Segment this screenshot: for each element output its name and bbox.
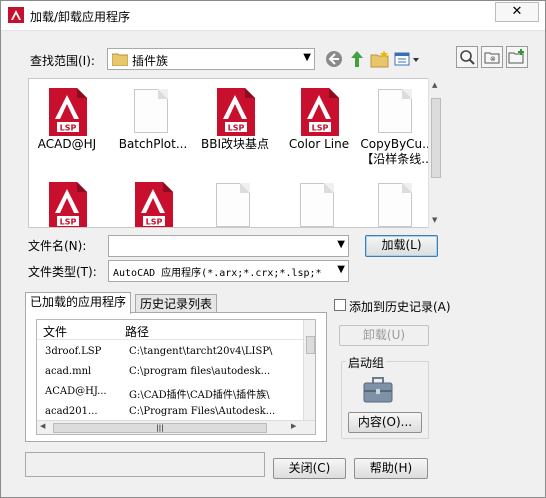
blank-file-icon xyxy=(134,89,168,133)
file-item[interactable] xyxy=(355,181,439,227)
window-close-button[interactable]: ✕ xyxy=(495,2,539,22)
autocad-logo-icon xyxy=(8,7,24,23)
lsp-file-icon: LSP xyxy=(49,182,87,227)
filename-label: 文件名(N): xyxy=(28,239,87,253)
file-list-pane[interactable]: LSP ACAD@HJ BatchPlot... LSP BBI改块基点 LSP Color… xyxy=(28,78,442,228)
unload-button[interactable]: 卸载(U) xyxy=(339,325,429,346)
up-folder-icon[interactable] xyxy=(347,49,367,69)
file-item[interactable]: LSP xyxy=(29,181,109,227)
file-item[interactable] xyxy=(277,181,361,227)
lsp-badge: LSP xyxy=(312,124,329,133)
row-path-cell: C:\program files\autodesk... xyxy=(129,366,271,377)
chevron-down-icon: ▼ xyxy=(337,264,345,275)
row-file-cell: ACAD@HJ... xyxy=(45,386,107,397)
column-header-file[interactable]: 文件 xyxy=(43,323,67,340)
lookin-value: 插件族 xyxy=(132,54,169,68)
file-item-name: CopyByCu... xyxy=(360,137,434,151)
file-item[interactable]: LSP Color Line xyxy=(277,87,361,152)
scroll-thumb[interactable] xyxy=(431,98,441,178)
back-icon[interactable] xyxy=(324,49,344,69)
scroll-up-icon[interactable]: ▲ xyxy=(432,81,437,89)
table-row[interactable]: ACAD@HJ... G:\CAD插件\CAD插件\插件族\ xyxy=(37,382,303,402)
blank-file-icon xyxy=(378,183,412,227)
scroll-left-icon[interactable]: ◀ xyxy=(40,422,45,430)
filetype-value: AutoCAD 应用程序(*.arx;*.crx;*.lsp;* xyxy=(113,268,322,279)
file-item-name: BatchPlot... xyxy=(118,137,188,151)
close-button[interactable]: 关闭(C) xyxy=(273,458,346,479)
lookin-select[interactable]: 插件族 ▼ xyxy=(107,48,315,70)
add-folder-icon[interactable] xyxy=(506,46,528,68)
table-scroll-thumb[interactable] xyxy=(306,336,315,354)
views-menu-icon[interactable] xyxy=(393,49,421,69)
find-file-icon[interactable] xyxy=(456,46,478,68)
briefcase-icon xyxy=(363,377,393,403)
lsp-badge: LSP xyxy=(60,124,77,133)
tab-history-list[interactable]: 历史记录列表 xyxy=(135,294,218,314)
file-item[interactable]: LSP ACAD@HJ xyxy=(29,87,109,152)
svg-text:⊗: ⊗ xyxy=(490,55,496,63)
chevron-down-icon: ▼ xyxy=(303,52,311,63)
unloaded-folder-icon[interactable]: ⊗ xyxy=(481,46,503,68)
scroll-down-icon[interactable]: ▼ xyxy=(432,216,437,224)
file-item-name-line2: 【沿样条线... xyxy=(361,152,433,166)
table-row[interactable]: acad.mnl C:\program files\autodesk... xyxy=(37,362,303,382)
file-item[interactable] xyxy=(193,181,277,227)
title-bar: 加载/卸载应用程序 ✕ xyxy=(1,1,545,31)
help-button[interactable]: 帮助(H) xyxy=(354,458,428,479)
table-row[interactable]: acad201... C:\Program Files\Autodesk... xyxy=(37,402,303,422)
file-item[interactable]: BatchPlot... xyxy=(111,87,195,152)
scroll-right-icon[interactable]: ▶ xyxy=(291,422,296,430)
lsp-badge: LSP xyxy=(228,124,245,133)
filetype-select[interactable]: AutoCAD 应用程序(*.arx;*.crx;*.lsp;* ▼ xyxy=(108,260,349,282)
status-field xyxy=(25,452,265,477)
lookin-label: 查找范围(I): xyxy=(30,54,95,68)
loaded-apps-panel: 文件 路径 3droof.LSP C:\tangent\tarcht20v4\LI… xyxy=(25,312,327,442)
file-item-name: ACAD@HJ xyxy=(37,137,97,151)
lsp-file-icon: LSP xyxy=(135,182,173,227)
file-item-name: Color Line xyxy=(288,137,350,151)
table-horizontal-scrollbar[interactable]: ◀ ||| ▶ xyxy=(37,420,315,434)
file-item[interactable]: CopyByCu... 【沿样条线... xyxy=(355,87,439,167)
add-history-checkbox[interactable] xyxy=(334,299,346,311)
folder-icon xyxy=(112,53,128,66)
chevron-down-icon[interactable]: ▼ xyxy=(337,239,345,250)
blank-file-icon xyxy=(300,183,334,227)
startup-suite-label: 启动组 xyxy=(346,354,387,371)
table-vertical-scrollbar[interactable] xyxy=(303,320,315,420)
table-hscroll-thumb[interactable]: ||| xyxy=(53,423,267,433)
column-header-path[interactable]: 路径 xyxy=(125,323,149,340)
row-file-cell: acad201... xyxy=(45,406,98,417)
startup-contents-button[interactable]: 内容(O)... xyxy=(348,412,422,433)
blank-file-icon xyxy=(378,89,412,133)
table-header: 文件 路径 xyxy=(37,320,303,340)
lsp-badge: LSP xyxy=(60,218,77,227)
filename-input[interactable]: ▼ xyxy=(108,235,349,257)
load-unload-dialog: 加载/卸载应用程序 ✕ 查找范围(I): 插件族 ▼ ⊗ LSP ACAD@HJ… xyxy=(0,0,546,498)
lsp-file-icon: LSP xyxy=(217,88,255,136)
loaded-apps-table[interactable]: 文件 路径 3droof.LSP C:\tangent\tarcht20v4\LI… xyxy=(36,319,316,435)
row-path-cell: C:\tangent\tarcht20v4\LISP\ xyxy=(129,346,273,357)
row-path-cell: C:\Program Files\Autodesk... xyxy=(129,406,276,417)
table-row[interactable]: 3droof.LSP C:\tangent\tarcht20v4\LISP\ xyxy=(37,342,303,362)
file-item-name: BBI改块基点 xyxy=(200,137,269,151)
file-item[interactable]: LSP BBI改块基点 xyxy=(193,87,277,152)
tab-loaded-applications[interactable]: 已加载的应用程序 xyxy=(25,292,132,314)
window-title: 加载/卸载应用程序 xyxy=(30,10,131,24)
new-folder-icon[interactable] xyxy=(370,49,390,69)
startup-suite-group: 内容(O)... xyxy=(341,361,429,439)
lsp-file-icon: LSP xyxy=(49,88,87,136)
file-item[interactable]: LSP xyxy=(111,181,195,227)
file-list-scrollbar[interactable]: ▲ ▼ xyxy=(428,78,442,228)
row-file-cell: 3droof.LSP xyxy=(45,346,102,357)
filetype-label: 文件类型(T): xyxy=(28,265,97,279)
row-path-cell: G:\CAD插件\CAD插件\插件族\ xyxy=(129,390,270,401)
lsp-file-icon: LSP xyxy=(301,88,339,136)
lsp-badge: LSP xyxy=(146,218,163,227)
load-button[interactable]: 加载(L) xyxy=(365,235,438,257)
add-history-label[interactable]: 添加到历史记录(A) xyxy=(349,298,451,315)
row-file-cell: acad.mnl xyxy=(45,366,92,377)
blank-file-icon xyxy=(216,183,250,227)
